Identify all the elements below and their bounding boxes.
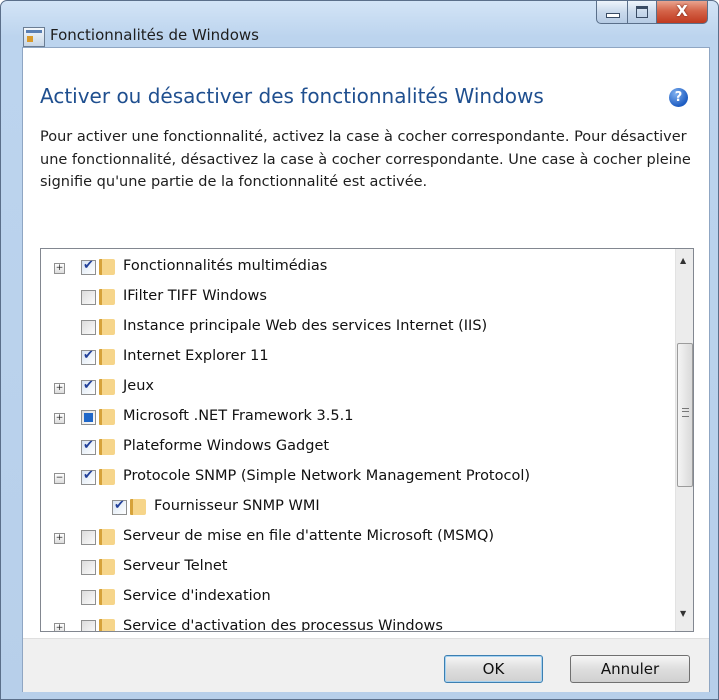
folder-icon <box>99 589 115 605</box>
feature-checkbox[interactable] <box>81 468 96 485</box>
feature-row[interactable]: Plateforme Windows Gadget <box>41 432 671 462</box>
folder-icon <box>99 349 115 365</box>
scrollbar-thumb[interactable] <box>677 343 693 487</box>
feature-label: Plateforme Windows Gadget <box>123 438 330 454</box>
feature-row[interactable]: + Microsoft .NET Framework 3.5.1 <box>41 402 671 432</box>
feature-label: Fournisseur SNMP WMI <box>154 498 320 514</box>
feature-row[interactable]: Service d'indexation <box>41 582 671 612</box>
feature-checkbox[interactable] <box>81 378 96 395</box>
feature-checkbox[interactable] <box>81 438 96 455</box>
folder-icon <box>99 379 115 395</box>
collapse-icon[interactable]: − <box>54 473 65 484</box>
folder-icon <box>99 259 115 275</box>
folder-icon <box>99 439 115 455</box>
feature-row[interactable]: Instance principale Web des services Int… <box>41 312 671 342</box>
feature-label: Protocole SNMP (Simple Network Managemen… <box>123 468 531 484</box>
cancel-button[interactable]: Annuler <box>570 655 690 683</box>
title-bar[interactable]: Fonctionnalités de Windows X <box>1 1 718 47</box>
close-button[interactable]: X <box>657 1 708 24</box>
folder-icon <box>130 499 146 515</box>
feature-label: Serveur de mise en file d'attente Micros… <box>123 528 495 544</box>
instructions-text: Pour activer une fonctionnalité, activez… <box>40 129 691 190</box>
help-icon[interactable]: ? <box>669 88 688 107</box>
scroll-down-icon[interactable]: ▼ <box>680 609 686 618</box>
feature-checkbox[interactable] <box>112 498 127 515</box>
feature-label: Jeux <box>123 378 154 394</box>
feature-label: Service d'activation des processus Windo… <box>123 618 443 632</box>
feature-label: Microsoft .NET Framework 3.5.1 <box>123 408 354 424</box>
feature-checkbox[interactable] <box>81 590 96 605</box>
page-title: Activer ou désactiver des fonctionnalité… <box>40 84 544 108</box>
minimize-icon <box>606 13 620 18</box>
feature-checkbox[interactable] <box>81 258 96 275</box>
minimize-button[interactable] <box>596 1 628 24</box>
feature-checkbox[interactable] <box>81 290 96 305</box>
feature-row[interactable]: IFilter TIFF Windows <box>41 282 671 312</box>
feature-label: Service d'indexation <box>123 588 271 604</box>
vertical-scrollbar[interactable]: ▲ ▼ <box>675 249 693 631</box>
expand-icon[interactable]: + <box>54 623 65 631</box>
maximize-button[interactable] <box>628 1 657 24</box>
feature-checkbox[interactable] <box>81 410 96 425</box>
expand-icon[interactable]: + <box>54 263 65 274</box>
window-title: Fonctionnalités de Windows <box>50 26 259 44</box>
maximize-icon <box>636 6 648 18</box>
feature-row[interactable]: Internet Explorer 11 <box>41 342 671 372</box>
folder-icon <box>99 559 115 575</box>
feature-row[interactable]: + Service d'activation des processus Wind… <box>41 612 671 632</box>
feature-label: Fonctionnalités multimédias <box>123 258 328 274</box>
ok-button[interactable]: OK <box>444 655 543 683</box>
expand-icon[interactable]: + <box>54 413 65 424</box>
feature-row[interactable]: + Fonctionnalités multimédias <box>41 252 671 282</box>
feature-label: Internet Explorer 11 <box>123 348 269 364</box>
feature-label: Serveur Telnet <box>123 558 228 574</box>
folder-icon <box>99 469 115 485</box>
close-icon: X <box>676 2 688 20</box>
feature-checkbox[interactable] <box>81 320 96 335</box>
feature-checkbox[interactable] <box>81 348 96 365</box>
dialog-footer: OK Annuler <box>23 638 709 692</box>
feature-row[interactable]: − Protocole SNMP (Simple Network Manageme… <box>41 462 671 492</box>
features-tree[interactable]: ▲ ▼ + Fonctionnalités multimédias IFilter … <box>40 248 694 632</box>
folder-icon <box>99 289 115 305</box>
feature-label: Instance principale Web des services Int… <box>123 318 488 334</box>
feature-checkbox[interactable] <box>81 530 96 545</box>
feature-row[interactable]: Fournisseur SNMP WMI <box>41 492 671 522</box>
feature-row[interactable]: + Serveur de mise en file d'attente Micro… <box>41 522 671 552</box>
folder-icon <box>99 319 115 335</box>
folder-icon <box>99 529 115 545</box>
dialog-content: Activer ou désactiver des fonctionnalité… <box>22 47 710 692</box>
grip-icon <box>682 408 689 417</box>
feature-checkbox[interactable] <box>81 560 96 575</box>
windows-features-icon <box>23 27 45 47</box>
folder-icon <box>99 619 115 631</box>
dialog-window: Fonctionnalités de Windows X Activer ou … <box>0 0 719 700</box>
expand-icon[interactable]: + <box>54 533 65 544</box>
scroll-up-icon[interactable]: ▲ <box>680 256 686 265</box>
feature-label: IFilter TIFF Windows <box>123 288 267 304</box>
folder-icon <box>99 409 115 425</box>
feature-checkbox[interactable] <box>81 620 96 631</box>
feature-row[interactable]: + Jeux <box>41 372 671 402</box>
feature-row[interactable]: Serveur Telnet <box>41 552 671 582</box>
expand-icon[interactable]: + <box>54 383 65 394</box>
caption-buttons: X <box>596 1 708 25</box>
